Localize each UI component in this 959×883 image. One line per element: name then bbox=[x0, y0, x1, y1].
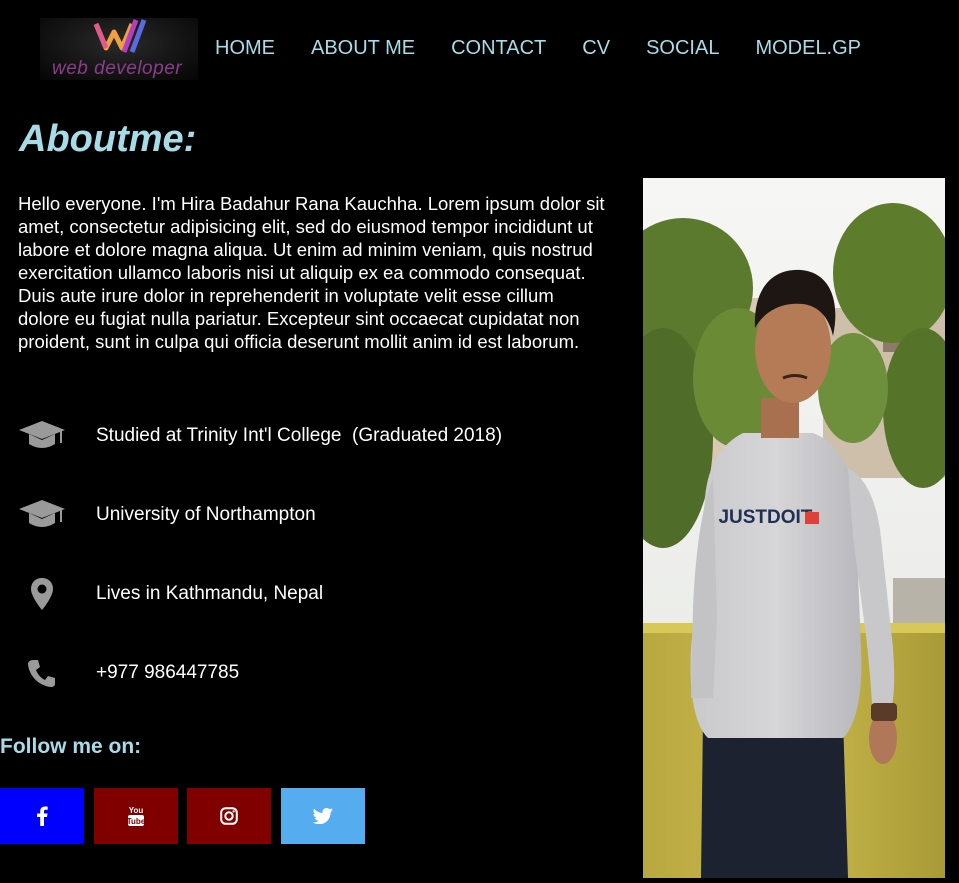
logo-mark-icon bbox=[93, 19, 147, 53]
twitter-icon bbox=[313, 808, 333, 824]
nav-social[interactable]: SOCIAL bbox=[646, 36, 719, 60]
info-text: +977 986447785 bbox=[96, 662, 240, 683]
info-row-education-1: Studied at Trinity Int'l College (Gradua… bbox=[18, 416, 618, 456]
instagram-button[interactable] bbox=[187, 788, 271, 844]
youtube-icon: You Tube bbox=[127, 806, 145, 826]
nav-contact[interactable]: CONTACT bbox=[451, 36, 546, 60]
info-text: Studied at Trinity Int'l College (Gradua… bbox=[96, 425, 503, 446]
intro-paragraph: Hello everyone. I'm Hira Badahur Rana Ka… bbox=[18, 193, 605, 352]
youtube-button[interactable]: You Tube bbox=[94, 788, 178, 844]
site-logo[interactable]: web developer bbox=[40, 18, 198, 80]
profile-photo: JUSTDOIT. bbox=[643, 178, 945, 878]
page-title: Aboutme: bbox=[19, 118, 197, 160]
facebook-button[interactable] bbox=[0, 788, 84, 844]
map-marker-icon bbox=[18, 574, 66, 614]
logo-text: web developer bbox=[52, 58, 183, 79]
graduation-cap-icon bbox=[18, 495, 66, 535]
info-row-education-2: University of Northampton bbox=[18, 495, 618, 535]
nav-about-me[interactable]: ABOUT ME bbox=[311, 36, 415, 60]
follow-title: Follow me on: bbox=[0, 735, 142, 758]
nav-model-gp[interactable]: MODEL.GP bbox=[755, 36, 861, 60]
graduation-cap-icon bbox=[18, 416, 66, 456]
info-row-phone: +977 986447785 bbox=[18, 653, 618, 693]
svg-text:Tube: Tube bbox=[127, 817, 145, 826]
instagram-icon bbox=[220, 807, 238, 825]
info-row-location: Lives in Kathmandu, Nepal bbox=[18, 574, 618, 614]
nav-cv[interactable]: CV bbox=[582, 36, 610, 60]
info-text: University of Northampton bbox=[96, 504, 316, 525]
twitter-button[interactable] bbox=[281, 788, 365, 844]
svg-text:You: You bbox=[129, 806, 144, 815]
main-nav: HOME ABOUT ME CONTACT CV SOCIAL MODEL.GP bbox=[215, 36, 897, 60]
info-text: Lives in Kathmandu, Nepal bbox=[96, 583, 324, 604]
shirt-logo-text: JUSTDOIT. bbox=[718, 507, 815, 528]
facebook-icon bbox=[37, 806, 48, 826]
nav-home[interactable]: HOME bbox=[215, 36, 275, 60]
phone-icon bbox=[18, 653, 66, 693]
